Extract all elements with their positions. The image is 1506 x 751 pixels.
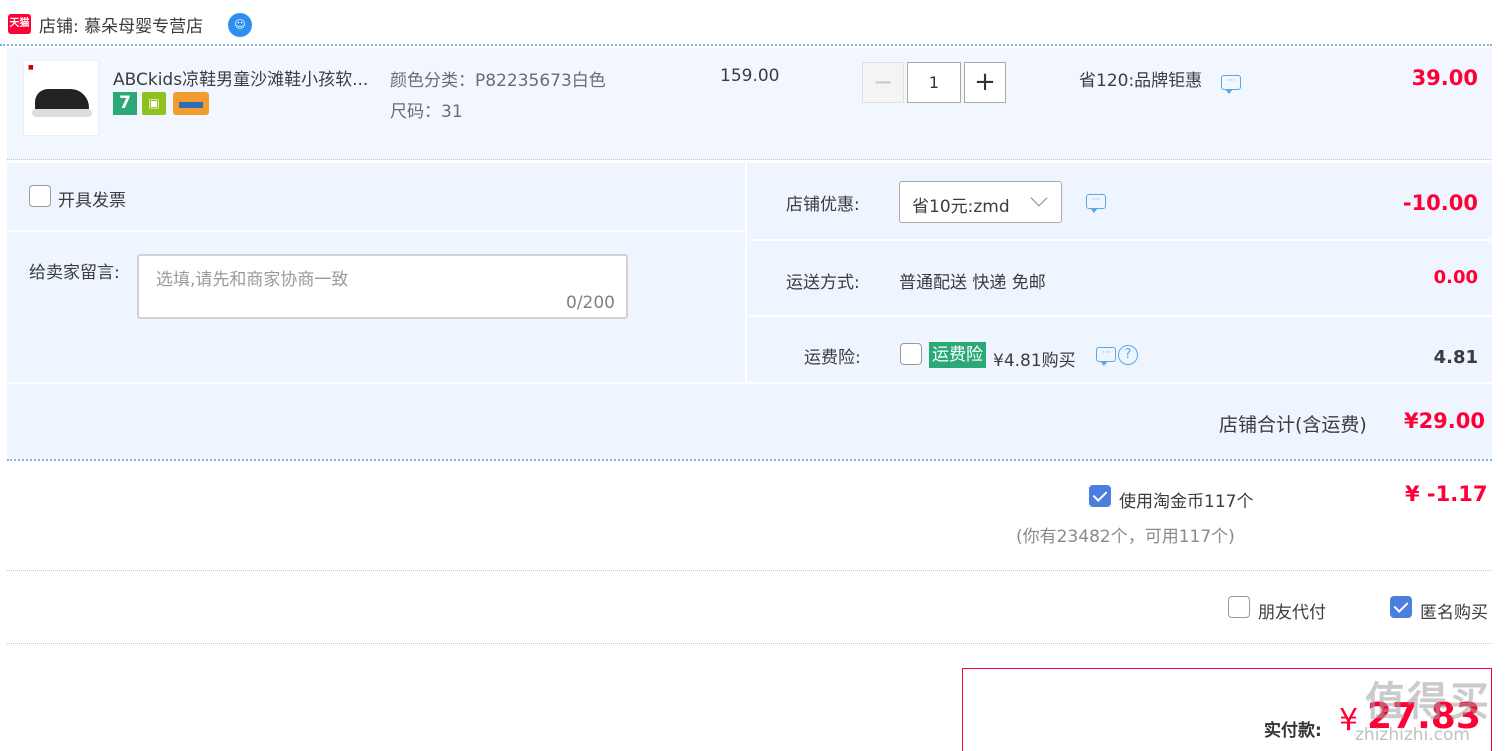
insurance-label: 运费险: (804, 348, 861, 368)
order-options: 开具发票 给卖家留言: 选填,请先和商家协商一致 0/200 店铺优惠: 省10… (7, 163, 1492, 459)
quantity-increase-button[interactable]: + (964, 62, 1006, 103)
product-row: ■ ABCkids凉鞋男童沙滩鞋小孩软... 7 ▣ 颜色分类：P8223567… (7, 48, 1492, 160)
line-total: 39.00 (1411, 66, 1478, 90)
shop-discount-label: 店铺优惠: (786, 195, 860, 215)
message-placeholder: 选填,请先和商家协商一致 (156, 270, 349, 290)
sku-color: 颜色分类：P82235673白色 (390, 71, 606, 91)
shop-total-amount: ¥29.00 (1403, 409, 1485, 433)
credit-card-icon (173, 92, 209, 115)
insurance-badge: 运费险 (929, 342, 986, 368)
quantity-decrease-button[interactable]: − (862, 62, 904, 103)
section-divider (7, 459, 1492, 461)
insurance-checkbox[interactable] (900, 343, 922, 365)
coins-amount: ¥ -1.17 (1405, 482, 1488, 506)
sku-size: 尺码：31 (390, 102, 463, 122)
payment-label: 实付款: (1264, 721, 1322, 741)
shop-header: 天猫 店铺: 慕朵母婴专营店 ☺ (0, 0, 1492, 46)
help-icon[interactable]: ? (1118, 345, 1138, 365)
shop-total-label: 店铺合计(含运费) (1219, 414, 1367, 436)
watermark-url: zhizhizhi.com (1355, 725, 1470, 745)
product-thumbnail[interactable]: ■ (23, 60, 99, 136)
chevron-down-icon (1030, 189, 1048, 207)
thumb-brand-mark: ■ (28, 64, 34, 71)
shop-discount-amount: -10.00 (1402, 191, 1478, 215)
shipping-method: 普通配送 快递 免邮 (899, 273, 1046, 293)
seller-message-textarea[interactable]: 选填,请先和商家协商一致 0/200 (137, 254, 628, 319)
coins-checkbox[interactable] (1089, 485, 1111, 507)
divider (7, 570, 1492, 571)
unit-price: 159.00 (720, 66, 780, 86)
shipping-amount: 0.00 (1433, 267, 1478, 288)
shop-name[interactable]: 店铺: 慕朵母婴专营店 (39, 12, 203, 37)
divider (7, 382, 1492, 384)
insurance-price: ¥4.81购买 (993, 351, 1076, 371)
anonymous-checkbox[interactable] (1390, 596, 1412, 618)
shipping-label: 运送方式: (786, 273, 860, 293)
insurance-comment-icon[interactable]: ··· (1096, 347, 1116, 366)
watermark-text: 值得买 (1365, 679, 1491, 725)
coins-note: (你有23482个，可用117个) (1016, 527, 1235, 547)
friend-pay-label: 朋友代付 (1258, 603, 1326, 623)
divider (7, 643, 1492, 644)
invoice-label: 开具发票 (58, 191, 126, 211)
guarantee-icon: ▣ (142, 92, 166, 115)
wangwang-chat-icon[interactable]: ☺ (228, 13, 252, 37)
payment-summary: 实付款: ¥ 27.83 值得买 zhizhizhi.com (962, 668, 1492, 751)
sku-info: 颜色分类：P82235673白色 尺码：31 (390, 66, 606, 128)
shop-discount-value: 省10元:zmd (912, 197, 1010, 217)
tmall-logo-icon: 天猫 (8, 14, 31, 34)
discount-comment-icon[interactable]: ··· (1086, 194, 1106, 213)
shop-discount-select[interactable]: 省10元:zmd (899, 181, 1062, 223)
friend-pay-checkbox[interactable] (1228, 596, 1250, 618)
anonymous-label: 匿名购买 (1420, 603, 1488, 623)
coins-label: 使用淘金币117个 (1119, 492, 1254, 512)
product-title[interactable]: ABCkids凉鞋男童沙滩鞋小孩软... (113, 65, 368, 90)
message-char-count: 0/200 (566, 293, 615, 313)
divider (749, 239, 1492, 241)
promotion-label: 省120:品牌钜惠 (1079, 71, 1203, 91)
insurance-amount: 4.81 (1433, 347, 1478, 368)
divider (7, 230, 747, 232)
message-label: 给卖家留言: (29, 263, 120, 283)
divider (749, 315, 1492, 317)
left-options-panel: 开具发票 给卖家留言: 选填,请先和商家协商一致 0/200 (7, 163, 747, 382)
promo-comment-icon[interactable]: ··· (1221, 75, 1241, 94)
invoice-checkbox[interactable] (29, 185, 51, 207)
sandal-sole (32, 109, 92, 117)
seven-day-return-icon: 7 (113, 92, 137, 115)
quantity-input[interactable] (907, 62, 961, 103)
